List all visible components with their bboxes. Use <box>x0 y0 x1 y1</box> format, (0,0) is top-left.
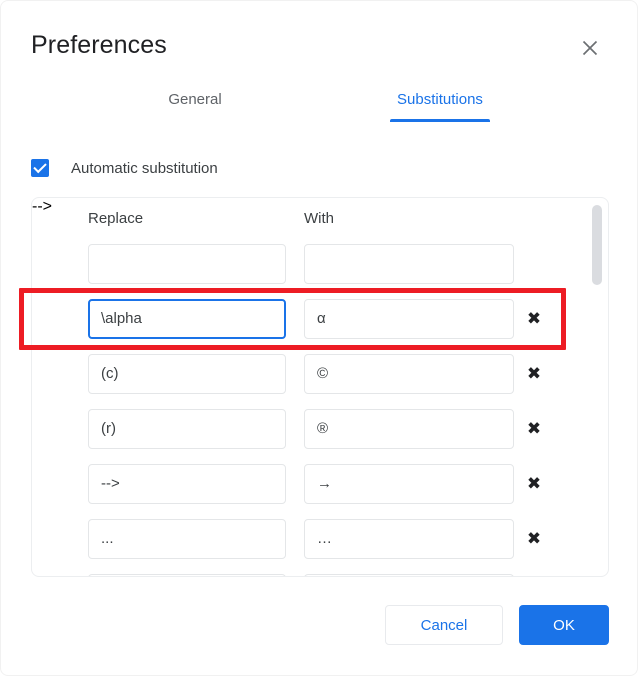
preferences-dialog: Preferences General Substitutions Automa… <box>0 0 638 676</box>
row-3-delete-icon[interactable]: ✖ <box>520 470 548 498</box>
automatic-substitution-row[interactable]: Automatic substitution <box>31 156 218 180</box>
tab-substitutions[interactable]: Substitutions <box>346 89 534 125</box>
cancel-button[interactable]: Cancel <box>385 605 503 645</box>
row-2-replace-input[interactable]: (r) <box>88 409 286 449</box>
row-4-replace-input[interactable]: ... <box>88 519 286 559</box>
column-header-with: With <box>304 210 334 227</box>
row-3-with-input[interactable]: → <box>304 464 514 504</box>
table-row-partial <box>32 566 608 576</box>
page-title: Preferences <box>31 31 167 59</box>
automatic-substitution-label: Automatic substitution <box>71 159 218 177</box>
column-header-replace: Replace <box>88 210 144 227</box>
row-3-replace-input[interactable]: --> <box>88 464 286 504</box>
row-5-with-input[interactable] <box>304 574 514 576</box>
table-row: --> → ✖ <box>32 456 608 511</box>
table-row: ... … ✖ <box>32 511 608 566</box>
table-row: (c) © ✖ <box>32 346 608 401</box>
tab-substitutions-label: Substitutions <box>397 91 483 108</box>
row-1-replace-input[interactable]: (c) <box>88 354 286 394</box>
automatic-substitution-checkbox[interactable] <box>31 159 49 177</box>
row-0-replace-input[interactable]: \alpha <box>88 299 286 339</box>
new-substitution-row <box>32 236 608 291</box>
row-1-with-input[interactable]: © <box>304 354 514 394</box>
tab-active-indicator <box>390 119 490 122</box>
table-row: \alpha α ✖ <box>32 291 608 346</box>
row-0-with-input[interactable]: α <box>304 299 514 339</box>
new-replace-input[interactable] <box>88 244 286 284</box>
row-4-with-input[interactable]: … <box>304 519 514 559</box>
tab-bar: General Substitutions <box>31 89 609 125</box>
close-icon[interactable] <box>574 32 606 64</box>
row-2-with-input[interactable]: ® <box>304 409 514 449</box>
table-row: (r) ® ✖ <box>32 401 608 456</box>
tab-general[interactable]: General <box>101 89 289 125</box>
row-0-delete-icon[interactable]: ✖ <box>520 305 548 333</box>
new-with-input[interactable] <box>304 244 514 284</box>
substitutions-list: Replace With \alpha α ✖ (c) © ✖ (r) ® ✖ … <box>31 197 609 577</box>
ok-button[interactable]: OK <box>519 605 609 645</box>
row-4-delete-icon[interactable]: ✖ <box>520 525 548 553</box>
column-headers: Replace With <box>32 198 608 236</box>
row-5-replace-input[interactable] <box>88 574 286 576</box>
list-scrollbar[interactable] <box>592 198 602 576</box>
row-2-delete-icon[interactable]: ✖ <box>520 415 548 443</box>
row-1-delete-icon[interactable]: ✖ <box>520 360 548 388</box>
tab-general-label: General <box>168 91 222 108</box>
list-scrollbar-thumb[interactable] <box>592 205 602 285</box>
